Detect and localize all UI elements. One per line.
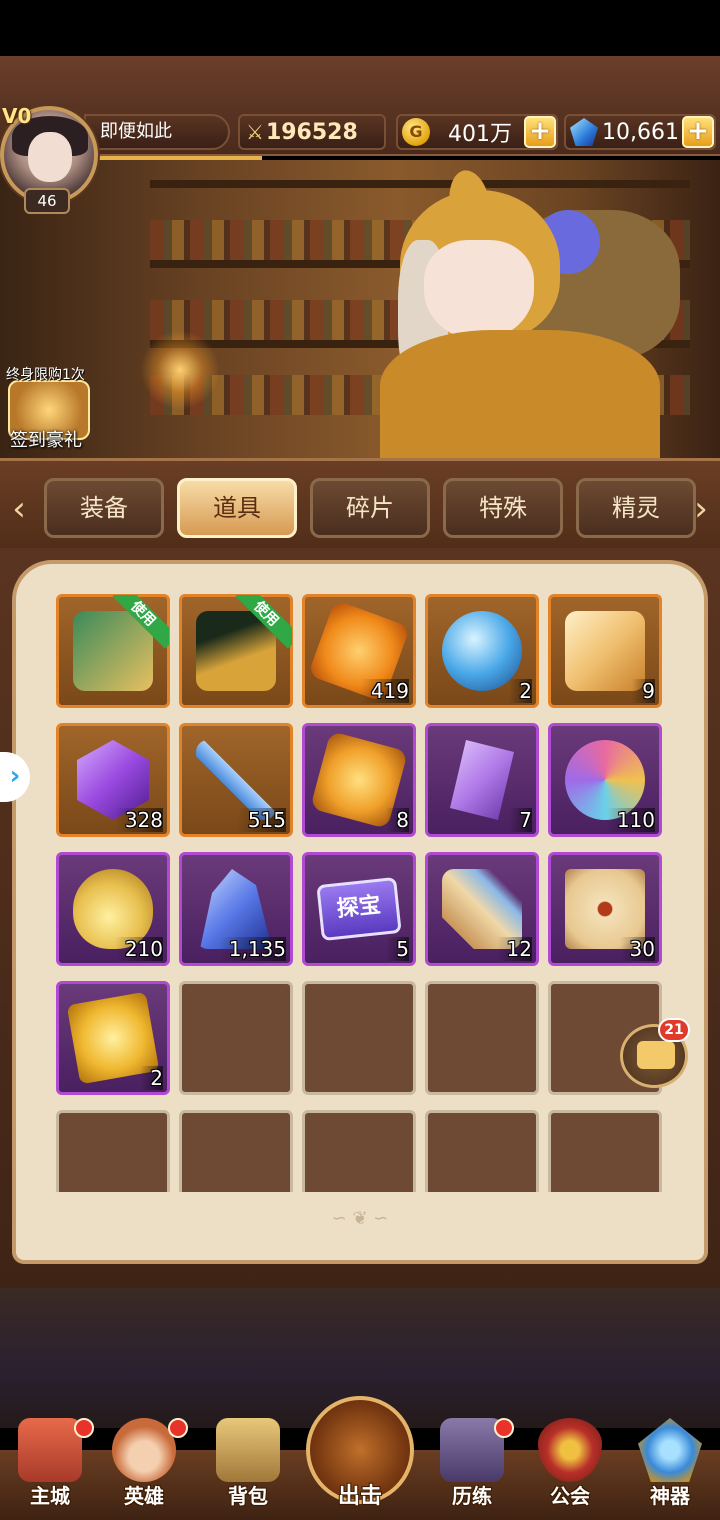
item-count: 110 [606,808,655,832]
nav-artifact[interactable]: 神器 [630,1418,710,1518]
inventory-slot[interactable]: 7 [425,723,539,837]
backpack-icon [216,1418,280,1482]
empty-slot [56,1110,170,1192]
item-count: 12 [496,937,532,961]
avatar-face [28,132,72,182]
inventory-slot[interactable]: 探宝 5 [302,852,416,966]
use-label: 使用 [236,595,292,649]
inventory-slot[interactable]: 9 [548,594,662,708]
nav-label: 神器 [650,1484,690,1508]
empty-slot [179,981,293,1095]
item-count: 210 [114,937,163,961]
item-count: 7 [509,808,532,832]
notification-dot [74,1418,94,1438]
player-name: 即便如此 [84,114,230,150]
inventory-slot[interactable]: 使用 [56,594,170,708]
nav-label: 历练 [452,1484,492,1508]
notification-dot [494,1418,514,1438]
tab-items[interactable]: 道具 [177,478,297,538]
artifact-icon [638,1418,702,1482]
gold-coin-icon: G [402,118,430,146]
combat-power-value: 196528 [265,119,358,145]
empty-slot [179,1110,293,1192]
inventory-slot[interactable]: 110 [548,723,662,837]
notification-dot [168,1418,188,1438]
guild-shield-icon [538,1418,602,1482]
inventory-slot[interactable]: 515 [179,723,293,837]
hero-icon [112,1418,176,1482]
gift-limit-label: 终身限购1次 [6,367,85,383]
nav-label: 背包 [228,1484,268,1508]
inventory-slot[interactable]: 328 [56,723,170,837]
item-count: 2 [509,679,532,703]
crossed-swords-icon: ⚔ [246,120,264,144]
tab-spirits[interactable]: 精灵 [576,478,696,538]
use-ribbon: 使用 [236,595,292,651]
empty-slot [302,981,416,1095]
use-label: 使用 [113,595,169,649]
empty-slot [425,1110,539,1192]
nav-label: 英雄 [124,1484,164,1508]
nav-label: 公会 [550,1484,590,1508]
combat-power: ⚔ 196528 [238,114,386,150]
sign-in-gift-label[interactable]: 签到豪礼 [10,426,82,452]
tabs-left-arrow[interactable]: ‹ [6,484,32,534]
hero-banner [0,160,720,460]
nav-label: 出击 [337,1484,382,1509]
hero-face [424,240,534,340]
item-count: 5 [386,937,409,961]
nav-label: 主城 [30,1484,70,1508]
inventory-slot[interactable]: 210 [56,852,170,966]
chat-bubble-icon [637,1041,675,1069]
inventory-slot[interactable]: 8 [302,723,416,837]
gold-value: 401万 [448,122,512,147]
tab-fragments[interactable]: 碎片 [310,478,430,538]
player-level-badge: 46 [24,188,70,214]
inventory-slot[interactable]: 2 [56,981,170,1095]
chat-unread-badge: 21 [658,1018,690,1042]
item-count: 515 [237,808,286,832]
empty-slot [548,1110,662,1192]
nav-backpack[interactable]: 背包 [208,1418,288,1518]
item-count: 419 [360,679,409,703]
diamond-icon [570,118,598,146]
gem-value: 10,661 [602,119,679,145]
inventory-slot[interactable]: 1,135 [179,852,293,966]
treasure-ticket-icon: 探宝 [316,876,402,942]
nav-heroes[interactable]: 英雄 [104,1418,188,1518]
use-ribbon: 使用 [113,595,169,651]
item-count: 1,135 [218,937,286,961]
empty-slot [425,981,539,1095]
add-gold-button[interactable]: + [524,116,556,148]
nav-main-city[interactable]: 主城 [10,1418,94,1518]
vip-level[interactable]: V0 [2,104,31,128]
nav-training[interactable]: 历练 [432,1418,514,1518]
item-count: 2 [140,1066,163,1090]
candle-light [140,330,220,410]
inventory-grid[interactable]: 使用 使用 419 2 9 328 515 8 7 110 210 1,135 … [54,592,668,1192]
inventory-slot[interactable]: 30 [548,852,662,966]
panel-ornament: ∽ ❦ ∽ [331,1208,389,1229]
item-count: 9 [632,679,655,703]
tab-equipment[interactable]: 装备 [44,478,164,538]
hero-body [380,330,660,460]
inventory-slot[interactable]: 使用 [179,594,293,708]
inventory-slot[interactable]: 2 [425,594,539,708]
item-count: 328 [114,808,163,832]
item-count: 30 [619,937,655,961]
status-bar [0,0,720,56]
inventory-slot[interactable]: 419 [302,594,416,708]
hero-portrait [340,167,700,460]
item-count: 8 [386,808,409,832]
add-gems-button[interactable]: + [682,116,714,148]
castle-icon [18,1418,82,1482]
empty-slot [302,1110,416,1192]
nav-battle[interactable]: 出击 [306,1396,414,1512]
tab-special[interactable]: 特殊 [443,478,563,538]
nav-guild[interactable]: 公会 [530,1418,610,1518]
inventory-slot[interactable]: 12 [425,852,539,966]
